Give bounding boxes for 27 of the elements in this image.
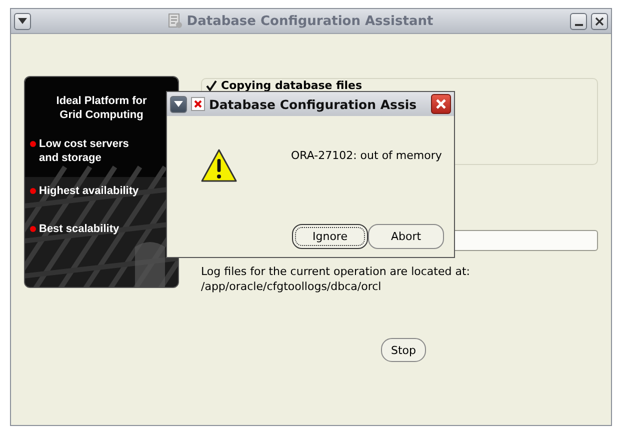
log-note: /app/oracle/cfgtoollogs/dbca/orcl bbox=[201, 279, 382, 294]
close-button[interactable] bbox=[591, 12, 608, 30]
banner-heading: Ideal Platform for bbox=[56, 94, 147, 108]
close-icon bbox=[435, 98, 447, 110]
abort-button[interactable]: Abort bbox=[368, 224, 444, 249]
menu-icon bbox=[18, 18, 27, 24]
warning-icon bbox=[201, 149, 237, 182]
window-menu-button[interactable] bbox=[14, 12, 31, 30]
banner-heading: Grid Computing bbox=[60, 108, 144, 122]
minimize-button[interactable] bbox=[570, 12, 587, 30]
banner-bullet: Best scalability bbox=[39, 222, 120, 236]
minimize-icon bbox=[574, 24, 582, 26]
menu-icon bbox=[174, 100, 183, 108]
ignore-button[interactable]: Ignore bbox=[292, 224, 368, 249]
error-message: ORA-27102: out of memory bbox=[291, 149, 442, 164]
close-button[interactable] bbox=[431, 94, 451, 114]
window-menu-button[interactable] bbox=[170, 96, 187, 112]
log-note: Log files for the current operation are located at: bbox=[201, 264, 471, 279]
dialog-title: Database Configuration Assis bbox=[209, 96, 418, 112]
banner-bullet: Low cost servers and storage bbox=[39, 137, 130, 165]
error-app-icon bbox=[191, 97, 205, 111]
banner-bullet: Highest availability bbox=[39, 184, 140, 198]
window-title: Database Configuration Assistant bbox=[186, 14, 434, 28]
close-icon bbox=[595, 16, 604, 26]
step-label: Copying database files bbox=[221, 79, 362, 92]
stop-button[interactable]: Stop bbox=[380, 338, 426, 362]
app-icon bbox=[168, 13, 182, 29]
